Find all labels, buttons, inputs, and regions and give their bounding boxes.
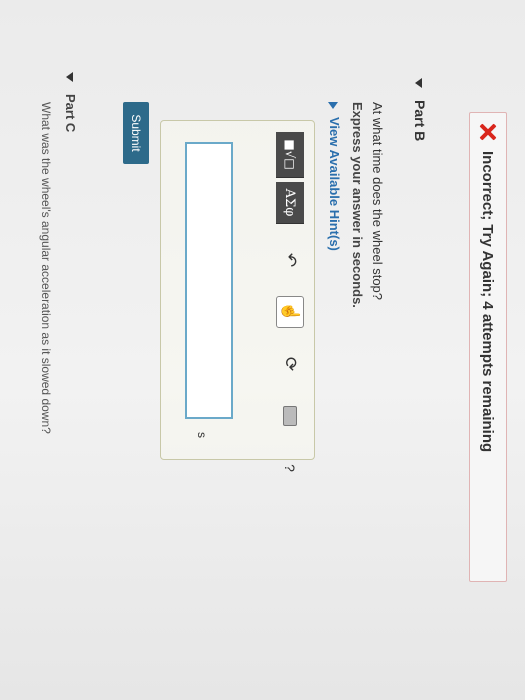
help-button[interactable]: ? (276, 452, 304, 484)
caret-down-icon (415, 78, 423, 88)
view-hints-link[interactable]: View Available Hint(s) (327, 102, 342, 251)
part-b-title: Part B (412, 100, 428, 142)
refresh-icon: ⟳ (281, 356, 300, 372)
caret-down-icon (65, 72, 73, 82)
undo-icon: ↶ (281, 252, 300, 268)
reset-button[interactable]: ⟳ (276, 348, 304, 380)
answer-input[interactable] (185, 142, 233, 419)
feedback-text: Incorrect; Try Again; 4 attempts remaini… (479, 151, 497, 453)
x-icon (479, 123, 497, 141)
part-b-header[interactable]: Part B (412, 78, 428, 141)
screen: Incorrect; Try Again; 4 attempts remaini… (0, 0, 525, 700)
pointer-button[interactable]: ☝ (276, 296, 304, 328)
page-content: Incorrect; Try Again; 4 attempts remaini… (0, 0, 525, 700)
templates-button[interactable]: ■√□ (276, 132, 304, 178)
math-toolbar: ■√□ ΑΣφ ↶ ☝ ⟳ ? (275, 132, 305, 484)
unit-label: s (195, 432, 209, 438)
keyboard-button[interactable] (276, 400, 304, 432)
undo-button[interactable]: ↶ (276, 244, 304, 276)
keyboard-icon (283, 406, 297, 426)
submit-button[interactable]: Submit (123, 102, 149, 164)
feedback-banner: Incorrect; Try Again; 4 attempts remaini… (469, 112, 507, 582)
part-c-title: Part C (63, 94, 78, 133)
view-hints-label: View Available Hint(s) (327, 117, 342, 251)
part-c-header[interactable]: Part C (63, 72, 78, 132)
part-c-question: What was the wheel's angular acceleratio… (39, 102, 53, 434)
part-b-instruction: Express your answer in seconds. (350, 102, 365, 308)
caret-right-icon (328, 102, 339, 109)
hand-pointer-icon: ☝ (281, 301, 300, 323)
part-b-question: At what time does the wheel stop? (370, 102, 385, 301)
greek-symbols-button[interactable]: ΑΣφ (276, 182, 304, 224)
